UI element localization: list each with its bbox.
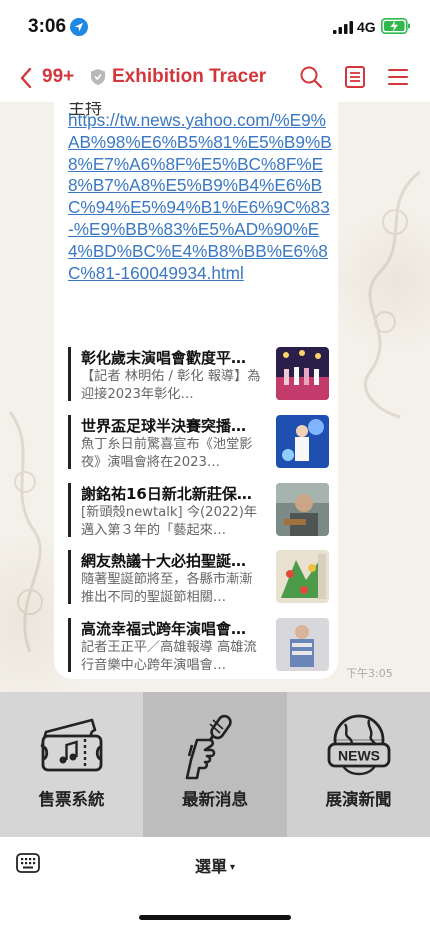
rich-menu-tickets-label: 售票系統 (38, 790, 105, 809)
news-title: 網友熱議十大必拍聖誕… (81, 552, 247, 570)
news-title: 世界盃足球半決賽突播… (81, 417, 247, 435)
network-label: 4G (357, 19, 376, 35)
status-bar: 3:06 4G (0, 0, 430, 54)
location-arrow-icon (70, 18, 88, 36)
news-summary: 記者王正平／高雄報導 高雄流行音樂中心跨年演唱會… (81, 640, 257, 673)
news-item[interactable]: 高流幸福式跨年演唱會… 記者王正平／高雄報導 高雄流行音樂中心跨年演唱會… (68, 618, 329, 673)
hamburger-menu-icon[interactable] (385, 64, 411, 90)
floral-pattern-icon (8, 411, 43, 653)
home-indicator (139, 915, 291, 920)
floral-pattern-icon (363, 170, 421, 419)
news-title: 彰化歲末演唱會歡度平… (81, 349, 247, 367)
signal-icon (333, 21, 353, 34)
news-item[interactable]: 世界盃足球半決賽突播… 魚丁糸日前驚喜宣布《池堂影夜》演唱會將在2023… (68, 415, 329, 470)
news-item[interactable]: 網友熱議十大必拍聖誕… 隨著聖誕節將至，各縣市漸漸推出不同的聖誕節相關… (68, 550, 329, 605)
news-thumbnail-image (276, 550, 329, 603)
chat-header: 99+ Exhibition Tracer (0, 54, 430, 102)
news-thumbnail-image (276, 483, 329, 536)
verified-shield-icon (91, 69, 105, 85)
news-title: 高流幸福式跨年演唱會… (81, 620, 247, 638)
news-summary: [新頭殼newtalk] 今(2022)年邁入第３年的「藝起來… (81, 505, 258, 538)
message-link[interactable]: https://tw.news.yahoo.com/%E9%AB%98%E6%B… (68, 110, 332, 284)
bottom-bar: 選單 ▾ (0, 837, 430, 931)
ticket-music-icon (40, 718, 103, 772)
rich-menu-exhibition-news[interactable]: NEWS 展演新聞 (287, 692, 430, 837)
unread-count[interactable]: 99+ (42, 66, 74, 88)
news-title: 謝銘祐16日新北新莊保… (81, 485, 252, 503)
chat-area[interactable]: 主持 https://tw.news.yahoo.com/%E9%AB%98%E… (0, 102, 430, 692)
news-summary: 【記者 林明佑 / 彰化 報導】為迎接2023年彰化… (81, 369, 261, 402)
message-timestamp: 下午3:05 (346, 667, 393, 680)
menu-toggle-label: 選單 (194, 857, 227, 876)
rich-menu-tickets[interactable]: 售票系統 (0, 692, 143, 837)
news-item[interactable]: 彰化歲末演唱會歡度平… 【記者 林明佑 / 彰化 報導】為迎接2023年彰化… (68, 347, 329, 402)
rich-menu-exhibition-label: 展演新聞 (325, 790, 392, 809)
status-time: 3:06 (28, 16, 67, 37)
news-thumbnail-image (276, 618, 329, 671)
caret-down-icon: ▾ (229, 862, 236, 873)
rich-menu: 售票系統 最新消息 NEWS 展演新聞 (0, 692, 430, 837)
news-thumbnail-image (276, 347, 329, 400)
globe-news-icon: NEWS (327, 714, 391, 776)
rich-menu-toggle[interactable]: 選單 ▾ (0, 853, 430, 877)
news-summary: 隨著聖誕節將至，各縣市漸漸推出不同的聖誕節相關… (81, 572, 253, 605)
back-chevron-icon[interactable] (18, 66, 34, 90)
notes-icon[interactable] (342, 64, 368, 90)
news-item[interactable]: 謝銘祐16日新北新莊保… [新頭殼newtalk] 今(2022)年邁入第３年的… (68, 483, 329, 538)
globe-news-icon-text: NEWS (338, 748, 380, 764)
news-thumbnail-image (276, 415, 329, 468)
chat-title: Exhibition Tracer (112, 66, 267, 87)
microphone-hand-icon (185, 714, 232, 780)
search-icon[interactable] (298, 64, 324, 90)
battery-charging-icon (381, 18, 410, 34)
rich-menu-news-label: 最新消息 (182, 790, 248, 809)
news-summary: 魚丁糸日前驚喜宣布《池堂影夜》演唱會將在2023… (81, 437, 253, 470)
rich-menu-news[interactable]: 最新消息 (143, 692, 287, 837)
